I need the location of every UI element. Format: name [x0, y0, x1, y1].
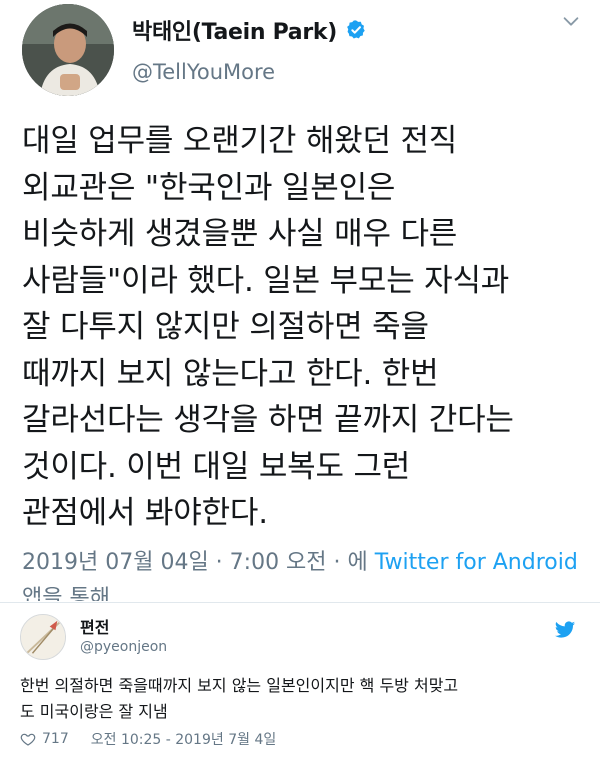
- embed-text: 한번 의절하면 죽을때까지 보지 않는 일본인이지만 핵 두방 처맞고 도 미국…: [20, 676, 459, 721]
- tweet: 박태인(Taein Park) @TellYouMore 대일 업무를 오랜기간…: [0, 0, 600, 602]
- embedded-tweet[interactable]: 편전 @pyeonjeon 한번 의절하면 죽을때까지 보지 않는 일본인이지만…: [0, 603, 600, 760]
- tweet-source-link[interactable]: Twitter for Android: [375, 550, 578, 575]
- like-count[interactable]: 717: [42, 731, 69, 747]
- heart-icon[interactable]: [20, 731, 36, 747]
- avatar[interactable]: [22, 4, 114, 96]
- tweet-meta: 2019년 07월 04일 · 7:00 오전 · 에 Twitter for …: [22, 545, 582, 601]
- embed-avatar[interactable]: [20, 614, 66, 660]
- twitter-bird-icon[interactable]: [554, 619, 576, 641]
- tweet-source-suffix: 앱을 통해: [22, 586, 110, 601]
- embed-footer: 717 오전 10:25 - 2019년 7월 4일: [20, 729, 276, 749]
- embed-timestamp[interactable]: 오전 10:25 - 2019년 7월 4일: [91, 729, 277, 749]
- tweet-text: 대일 업무를 오랜기간 해왔던 전직 외교관은 "한국인과 일본인은 비슷하게 …: [22, 123, 514, 531]
- embed-handle[interactable]: @pyeonjeon: [80, 639, 167, 655]
- chevron-down-icon[interactable]: [560, 10, 582, 32]
- verified-badge-icon: [345, 19, 367, 41]
- tweet-date-time[interactable]: 2019년 07월 04일 · 7:00 오전 · 에: [22, 550, 375, 575]
- author-display-name[interactable]: 박태인(Taein Park): [132, 14, 337, 46]
- embed-display-name[interactable]: 편전: [80, 614, 109, 638]
- author-handle[interactable]: @TellYouMore: [132, 60, 275, 84]
- author-name-row: 박태인(Taein Park): [132, 14, 367, 46]
